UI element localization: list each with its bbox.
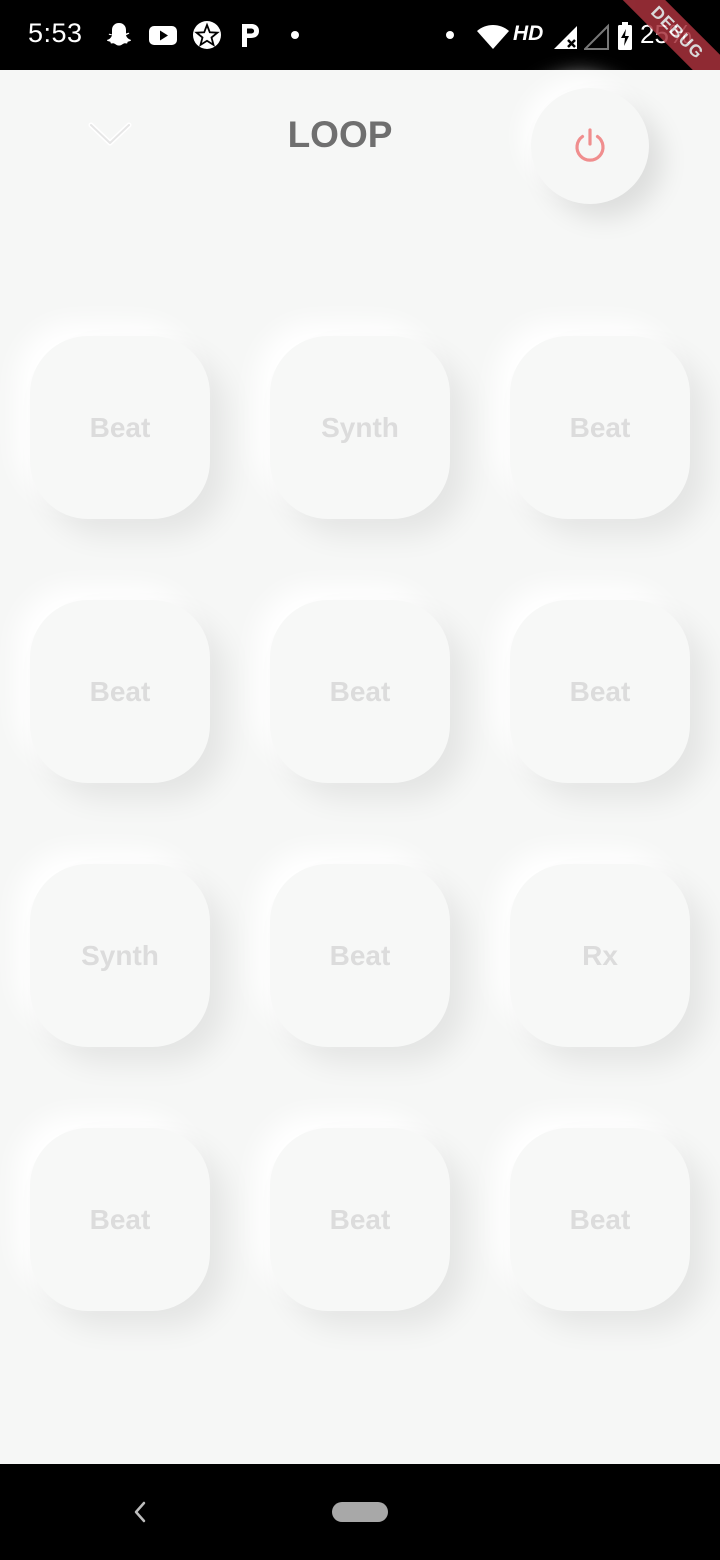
notification-dot (446, 31, 454, 39)
navigation-bar (0, 1464, 720, 1560)
pad-label: Beat (569, 411, 631, 443)
pad-label: Beat (569, 1203, 631, 1235)
page-title: LOOP (287, 114, 393, 155)
pad-button[interactable]: Synth (30, 864, 210, 1047)
pad-button[interactable]: Synth (270, 336, 450, 519)
pad-button[interactable]: Beat (30, 336, 210, 519)
home-pill-icon[interactable] (332, 1502, 388, 1522)
youtube-icon (149, 26, 177, 45)
chevron-down-icon (88, 122, 132, 146)
power-button[interactable] (531, 88, 649, 204)
snapchat-icon (107, 23, 131, 46)
pad-button[interactable]: Beat (510, 336, 690, 519)
pad-label: Rx (582, 939, 618, 971)
battery-charging-icon (618, 22, 632, 50)
notification-dot (291, 31, 299, 39)
status-time: 5:53 (28, 18, 83, 48)
pad-grid: Beat Synth Beat Beat Beat Beat Synth Bea… (30, 336, 690, 1311)
pad-label: Synth (321, 411, 399, 443)
pad-button[interactable]: Beat (510, 600, 690, 783)
pad-label: Beat (89, 675, 151, 707)
pad-button[interactable]: Beat (270, 600, 450, 783)
pad-label: Beat (89, 411, 151, 443)
wifi-icon (477, 25, 509, 49)
pad-button[interactable]: Rx (510, 864, 690, 1047)
pad-button[interactable]: Beat (270, 1128, 450, 1311)
pad-label: Beat (89, 1203, 151, 1235)
hd-label: HD (513, 22, 544, 45)
power-icon (575, 128, 605, 162)
pad-label: Beat (329, 675, 391, 707)
paypal-icon (242, 24, 259, 47)
signal-icon (554, 26, 577, 49)
pad-button[interactable]: Beat (270, 864, 450, 1047)
pad-label: Synth (81, 939, 159, 971)
pad-label: Beat (329, 939, 391, 971)
collapse-button[interactable] (82, 112, 138, 156)
back-icon (134, 1501, 146, 1523)
pad-label: Beat (329, 1203, 391, 1235)
signal-empty-icon (584, 23, 609, 50)
status-bar: 5:53 HD 25% DEBUG (0, 0, 720, 70)
pad-label: Beat (569, 675, 631, 707)
pad-button[interactable]: Beat (510, 1128, 690, 1311)
pad-button[interactable]: Beat (30, 1128, 210, 1311)
pokerstars-icon (193, 21, 221, 49)
back-button[interactable] (122, 1494, 158, 1530)
pad-button[interactable]: Beat (30, 600, 210, 783)
